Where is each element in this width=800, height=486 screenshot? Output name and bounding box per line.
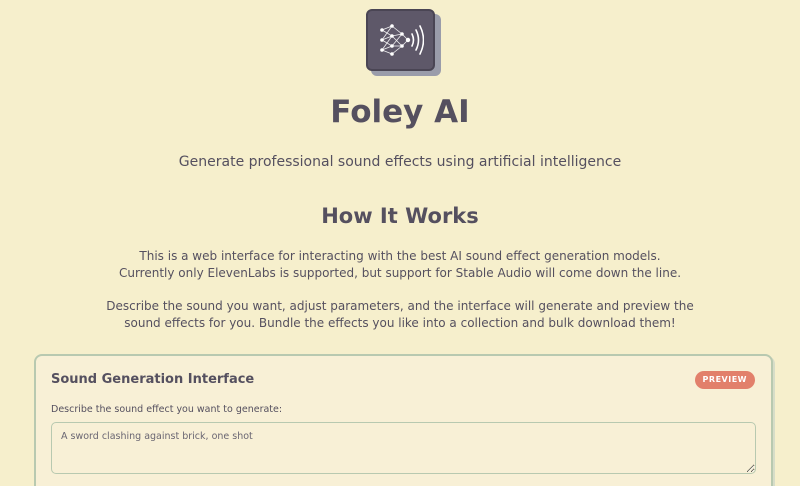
paragraph-1-line-2: Currently only ElevenLabs is supported, … (118, 266, 682, 280)
sound-description-input[interactable] (51, 422, 756, 474)
how-it-works-paragraph-2: Describe the sound you want, adjust para… (0, 298, 800, 332)
paragraph-2-line-2: sound effects for you. Bundle the effect… (124, 316, 676, 330)
page: Foley AI Generate professional sound eff… (0, 0, 800, 486)
prompt-label: Describe the sound effect you want to ge… (51, 404, 283, 415)
logo (366, 9, 441, 76)
logo-graphic (379, 24, 424, 56)
paragraph-1-line-1: This is a web interface for interacting … (139, 249, 661, 263)
sound-generation-panel: Sound Generation Interface PREVIEW Descr… (34, 354, 773, 486)
panel-title: Sound Generation Interface (51, 372, 255, 387)
how-it-works-heading: How It Works (321, 204, 479, 228)
neural-network-sound-icon (366, 9, 435, 71)
page-title: Foley AI (330, 94, 470, 130)
page-subtitle: Generate professional sound effects usin… (178, 154, 622, 170)
how-it-works-paragraph-1: This is a web interface for interacting … (0, 248, 800, 282)
preview-badge: PREVIEW (694, 371, 755, 389)
paragraph-2-line-1: Describe the sound you want, adjust para… (106, 299, 694, 313)
